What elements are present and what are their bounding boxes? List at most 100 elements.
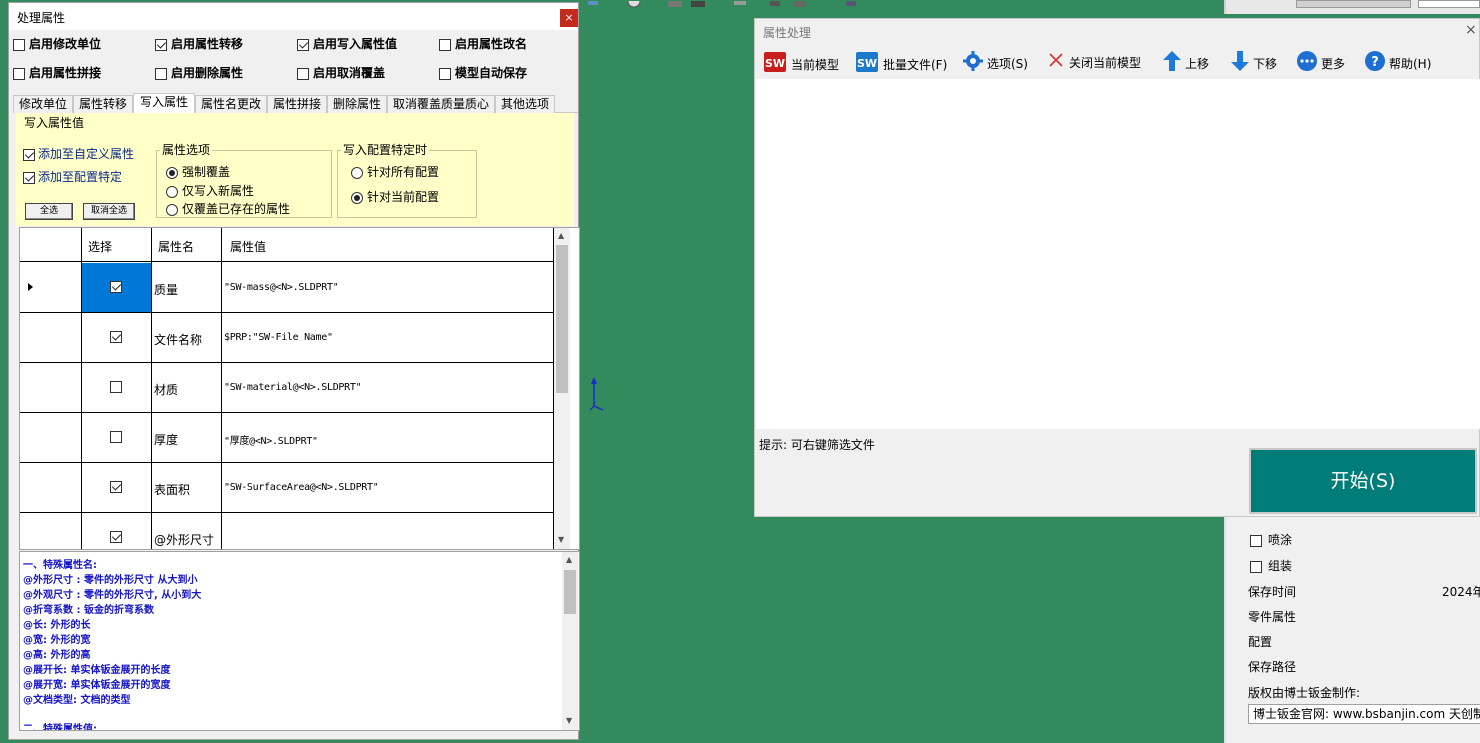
move-down-button[interactable]: 下移 — [1231, 51, 1277, 73]
radio[interactable] — [166, 166, 178, 179]
radio-current-config[interactable]: 针对当前配置 — [351, 188, 439, 205]
select-cell[interactable] — [82, 313, 151, 362]
note-line: @展开宽: 单实体钣金展开的宽度 — [23, 680, 171, 691]
checkbox[interactable] — [439, 67, 451, 80]
scroll-thumb[interactable] — [556, 245, 568, 393]
radio-all-configs[interactable]: 针对所有配置 — [351, 163, 439, 180]
prop-value[interactable]: "SW-material@<N>.SLDPRT" — [224, 382, 362, 393]
option-write-property[interactable]: 启用写入属性值 — [297, 35, 397, 52]
move-up-button[interactable]: 上移 — [1163, 51, 1209, 73]
checkbox[interactable] — [297, 38, 309, 51]
table-row[interactable]: @外形尺寸 — [20, 513, 553, 549]
option-property-transfer[interactable]: 启用属性转移 — [155, 35, 243, 52]
option-delete-property[interactable]: 启用删除属性 — [155, 64, 243, 81]
checkbox[interactable] — [110, 331, 122, 343]
radio-force-override[interactable]: 强制覆盖 — [166, 163, 230, 180]
property-processing-dialog: 属性处理 × SW 当前模型 SW 批量文件(F) 选项(S) 关闭当前模型 上… — [754, 18, 1480, 517]
scroll-up-icon[interactable]: ▲ — [566, 555, 572, 564]
tab-modify-unit[interactable]: 修改单位 — [13, 95, 73, 113]
checkbox[interactable] — [297, 67, 309, 80]
option-modify-unit[interactable]: 启用修改单位 — [13, 35, 101, 52]
table-row[interactable]: 质量 "SW-mass@<N>.SLDPRT" — [20, 263, 553, 313]
prop-value[interactable]: $PRP:"SW-File Name" — [224, 332, 333, 343]
tab-delete-property[interactable]: 删除属性 — [327, 95, 387, 113]
table-row[interactable]: 文件名称 $PRP:"SW-File Name" — [20, 313, 553, 363]
checkbox[interactable] — [439, 38, 451, 51]
deselect-all-button[interactable]: 取消全选 — [83, 203, 135, 220]
option-auto-save[interactable]: 模型自动保存 — [439, 64, 527, 81]
option-cancel-override[interactable]: 启用取消覆盖 — [297, 64, 385, 81]
checkbox[interactable] — [110, 481, 122, 493]
scroll-down-icon[interactable]: ▼ — [566, 716, 572, 725]
prop-name: 材质 — [154, 383, 179, 397]
scroll-down-icon[interactable]: ▼ — [558, 535, 564, 544]
checkbox[interactable] — [110, 531, 122, 543]
checkbox[interactable] — [155, 38, 167, 51]
options-button[interactable]: 选项(S) — [963, 51, 1028, 73]
radio-write-new-only[interactable]: 仅写入新属性 — [166, 182, 254, 199]
prop-name: 表面积 — [154, 483, 191, 497]
tab-other-options[interactable]: 其他选项 — [495, 95, 555, 113]
tab-property-transfer[interactable]: 属性转移 — [73, 95, 133, 113]
add-config-checkbox[interactable]: 添加至配置特定 — [23, 168, 122, 185]
start-button[interactable]: 开始(S) — [1249, 448, 1477, 514]
more-button[interactable]: 更多 — [1297, 51, 1345, 73]
checkbox[interactable] — [1250, 534, 1262, 547]
help-button[interactable]: ? 帮助(H) — [1365, 51, 1431, 73]
option-concat-property[interactable]: 启用属性拼接 — [13, 64, 101, 81]
current-model-button[interactable]: SW 当前模型 — [763, 51, 839, 73]
spray-checkbox[interactable]: 喷涂 — [1250, 531, 1292, 548]
select-cell[interactable] — [82, 413, 151, 462]
tab-cancel-override[interactable]: 取消覆盖质量质心 — [387, 95, 495, 113]
tab-rename-property[interactable]: 属性名更改 — [195, 95, 267, 113]
axis-triad-icon — [586, 376, 606, 415]
select-cell[interactable] — [82, 463, 151, 512]
batch-files-button[interactable]: SW 批量文件(F) — [855, 51, 947, 73]
option-rename-property[interactable]: 启用属性改名 — [439, 35, 527, 52]
background-field — [1418, 0, 1480, 8]
select-cell[interactable] — [82, 513, 151, 549]
top-toolbar-icons — [586, 0, 876, 14]
select-cell[interactable] — [82, 263, 151, 312]
note-line: 一、特殊属性名: — [23, 560, 97, 571]
radio[interactable] — [351, 191, 363, 204]
close-icon[interactable]: × — [1465, 22, 1477, 38]
scroll-up-icon[interactable]: ▲ — [558, 231, 564, 240]
checkbox[interactable] — [155, 67, 167, 80]
prop-value[interactable]: "厚度@<N>.SLDPRT" — [224, 432, 318, 447]
assembly-checkbox[interactable]: 组装 — [1250, 557, 1292, 574]
close-button[interactable]: × — [560, 9, 578, 27]
add-custom-checkbox[interactable]: 添加至自定义属性 — [23, 145, 134, 162]
tab-bar: 修改单位 属性转移 写入属性 属性名更改 属性拼接 删除属性 取消覆盖质量质心 … — [13, 93, 578, 114]
notes-scrollbar[interactable]: ▲ ▼ — [562, 552, 578, 730]
close-current-model-button[interactable]: 关闭当前模型 — [1047, 51, 1141, 73]
config-label: 配置 — [1248, 635, 1273, 649]
table-row[interactable]: 材质 "SW-material@<N>.SLDPRT" — [20, 363, 553, 413]
prop-value[interactable]: "SW-SurfaceArea@<N>.SLDPRT" — [224, 482, 379, 493]
checkbox[interactable] — [110, 381, 122, 393]
radio[interactable] — [351, 166, 363, 179]
website-field[interactable]: 博士钣金官网: www.bsbanjin.com 天创制 — [1248, 704, 1480, 724]
select-all-button[interactable]: 全选 — [25, 203, 73, 220]
radio[interactable] — [166, 203, 178, 216]
grid-header: 选择 属性名 属性值 — [20, 228, 553, 262]
file-list-area[interactable] — [756, 79, 1480, 429]
select-cell[interactable] — [82, 363, 151, 412]
checkbox[interactable] — [13, 67, 25, 80]
radio-override-existing-only[interactable]: 仅覆盖已存在的属性 — [166, 200, 290, 217]
scroll-thumb[interactable] — [564, 570, 576, 614]
grid-scrollbar[interactable]: ▲ ▼ — [554, 228, 570, 549]
radio[interactable] — [166, 185, 178, 198]
background-button — [1296, 0, 1411, 8]
checkbox[interactable] — [110, 281, 122, 293]
checkbox[interactable] — [1250, 560, 1262, 573]
table-row[interactable]: 厚度 "厚度@<N>.SLDPRT" — [20, 413, 553, 463]
tab-concat-property[interactable]: 属性拼接 — [267, 95, 327, 113]
prop-value[interactable]: "SW-mass@<N>.SLDPRT" — [224, 282, 339, 293]
table-row[interactable]: 表面积 "SW-SurfaceArea@<N>.SLDPRT" — [20, 463, 553, 513]
checkbox[interactable] — [13, 38, 25, 51]
checkbox[interactable] — [110, 431, 122, 443]
tab-write-property[interactable]: 写入属性 — [133, 93, 195, 114]
checkbox[interactable] — [23, 148, 35, 161]
checkbox[interactable] — [23, 171, 35, 184]
